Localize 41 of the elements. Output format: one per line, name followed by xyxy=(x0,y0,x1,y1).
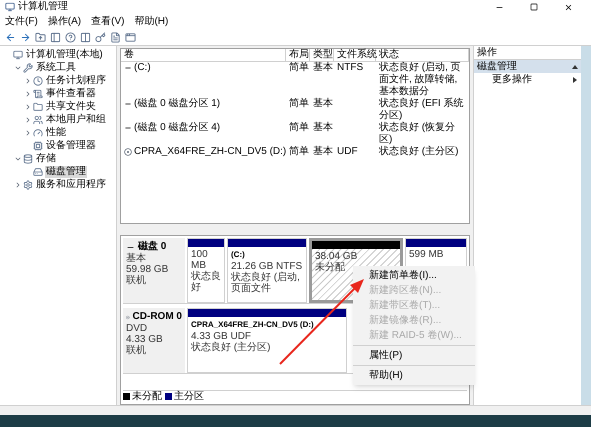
partition-title: (C:) xyxy=(231,249,246,261)
disk-info: 联机 xyxy=(126,345,147,356)
table-cell: (C:) xyxy=(134,62,151,74)
disk-name: 磁盘 0 xyxy=(138,241,166,252)
table-cell: 基本 xyxy=(313,62,333,74)
disk-name: CD-ROM 0 xyxy=(132,311,182,323)
table-cell: 基本 xyxy=(313,122,333,134)
partition-info: 38.04 GB xyxy=(315,251,358,262)
partition-info: 599 MB xyxy=(409,249,444,260)
partition-info: 状态良好 xyxy=(191,271,221,293)
partition-title: CPRA_X64FRE_ZH-CN_DV5 (D:) xyxy=(191,319,315,331)
section-label: 磁盘管理 xyxy=(477,60,517,72)
table-cell: (磁盘 0 磁盘分区 1) xyxy=(134,98,220,110)
table-cell: 基本 xyxy=(313,98,333,110)
table-cell-text: 状态良好 (启动, 页面文件, 故障转储, 基本数据分 xyxy=(379,62,462,98)
partition-info: 未分配 xyxy=(315,262,346,273)
disk-info: 基本 xyxy=(126,253,147,264)
table-cell-text: 状态良好 (EFI 系统分区) xyxy=(379,98,464,122)
table-cell: CPRA_X64FRE_ZH-CN_DV5 (D:) xyxy=(134,146,286,158)
partition-info: 状态良好 (启动, 页面文件 xyxy=(231,272,301,294)
partition-info: 100 MB xyxy=(191,249,208,271)
table-cell: 状态良好 (主分区) xyxy=(379,146,458,158)
legend-label: 未分配 xyxy=(132,391,162,402)
table-cell-text: 状态良好 (恢复分区) xyxy=(379,122,456,146)
table-cell: UDF xyxy=(337,146,358,158)
table-cell: (磁盘 0 磁盘分区 4) xyxy=(134,122,220,134)
partition-info: 4.33 GB UDF xyxy=(191,331,252,342)
table-cell: 简单 xyxy=(289,146,309,158)
disk-info: 4.33 GB xyxy=(126,334,164,345)
table-cell: 简单 xyxy=(289,62,309,74)
table-cell: 简单 xyxy=(289,122,309,134)
disk-info: 59.98 GB xyxy=(126,264,170,275)
partition-info: 21.26 GB NTFS xyxy=(231,261,303,272)
window-title: 计算机管理 xyxy=(18,1,68,13)
disk-info: 联机 xyxy=(126,275,147,286)
disk-info: DVD xyxy=(126,323,148,334)
partition-info: 状态良好 (主分区) xyxy=(191,342,272,353)
table-cell: NTFS xyxy=(337,62,364,74)
table-cell: 基本 xyxy=(313,146,333,158)
legend-label: 主分区 xyxy=(174,391,204,402)
table-cell: 简单 xyxy=(289,98,309,110)
